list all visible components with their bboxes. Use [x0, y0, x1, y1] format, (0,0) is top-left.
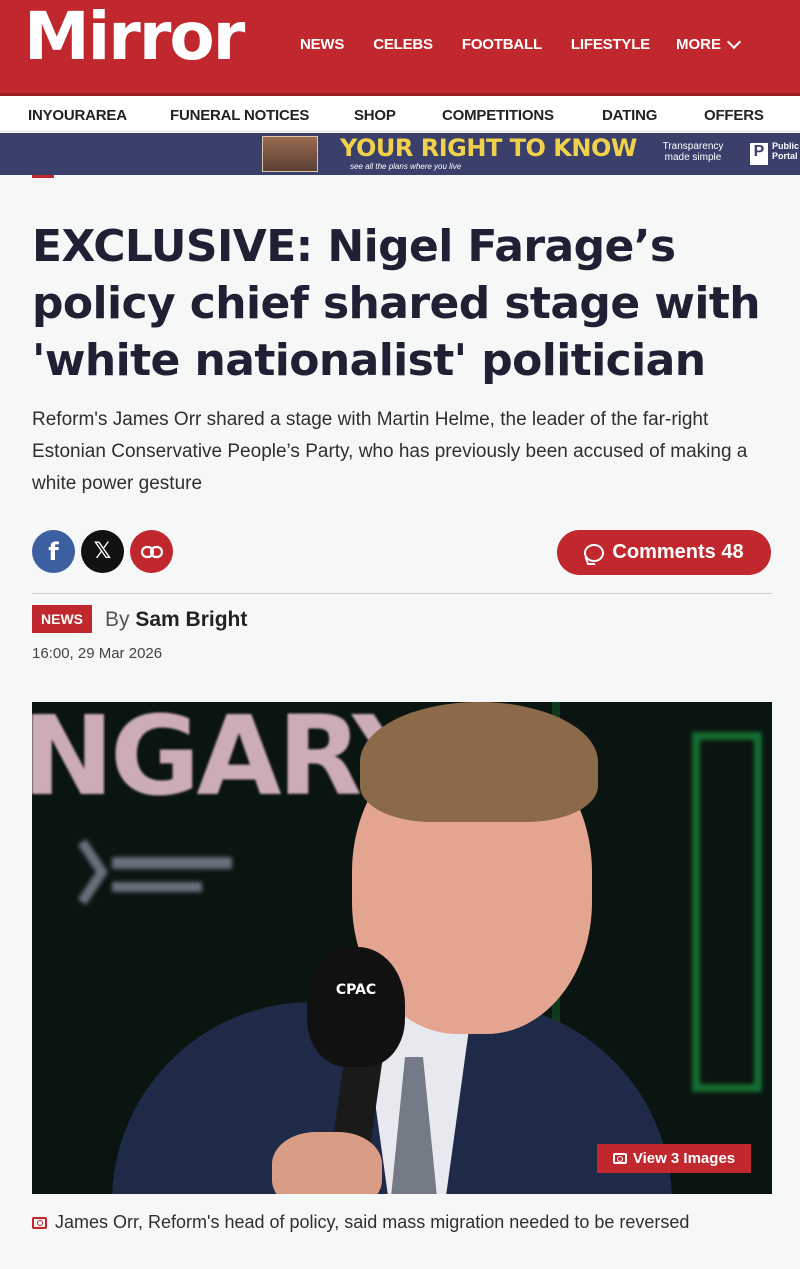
subnav-item-funeral-notices[interactable]: FUNERAL NOTICES	[170, 107, 309, 124]
subnav-item-inyourarea[interactable]: INYOURAREA	[28, 107, 127, 124]
camera-icon	[612, 1153, 627, 1164]
subnav-item-competitions[interactable]: COMPETITIONS	[442, 107, 554, 124]
site-header: Mirror NEWS CELEBS FOOTBALL LIFESTYLE MO…	[0, 0, 800, 96]
subnav-item-offers[interactable]: OFFERS	[704, 107, 764, 124]
main-nav: NEWS CELEBS FOOTBALL LIFESTYLE	[300, 36, 679, 53]
image-hair	[360, 702, 598, 822]
x-icon: 𝕏	[93, 539, 112, 564]
image-mic-label: CPAC	[335, 982, 377, 998]
subnav-item-dating[interactable]: DATING	[602, 107, 657, 124]
camera-icon	[32, 1216, 47, 1229]
image-background-logo	[77, 839, 232, 905]
ad-image	[262, 136, 318, 172]
subnav-item-shop[interactable]: SHOP	[354, 107, 396, 124]
nav-more-button[interactable]: MORE	[676, 34, 742, 53]
caption-text: James Orr, Reform's head of policy, said…	[55, 1212, 690, 1232]
image-caption: James Orr, Reform's head of policy, said…	[32, 1212, 689, 1233]
site-logo[interactable]: Mirror	[24, 4, 245, 70]
ad-banner[interactable]: YOUR RIGHT TO KNOW see all the plans whe…	[0, 133, 800, 175]
divider	[32, 593, 772, 594]
ad-tagline: Transparency made simple	[662, 141, 724, 163]
image-hand	[272, 1132, 382, 1194]
byline: By Sam Bright	[105, 608, 247, 632]
ad-brand: Public Portal	[772, 141, 800, 161]
nav-item-news[interactable]: NEWS	[300, 36, 344, 53]
share-facebook-button[interactable]: f	[32, 530, 75, 573]
view-images-label: View 3 Images	[632, 1150, 736, 1167]
image-microphone	[307, 947, 405, 1067]
nav-item-football[interactable]: FOOTBALL	[462, 36, 542, 53]
copy-link-button[interactable]	[130, 530, 173, 573]
ad-slogan: YOUR RIGHT TO KNOW	[340, 134, 637, 162]
nav-more-label: MORE	[676, 36, 721, 53]
share-x-button[interactable]: 𝕏	[81, 530, 124, 573]
link-icon	[140, 545, 163, 558]
comments-label: Comments 48	[612, 541, 744, 563]
article-headline: EXCLUSIVE: Nigel Farage’s policy chief s…	[32, 221, 761, 386]
hero-image[interactable]: NGARY CPAC	[32, 702, 772, 1194]
article-standfirst: Reform's James Orr shared a stage with M…	[32, 409, 748, 494]
publish-timestamp: 16:00, 29 Mar 2026	[32, 645, 163, 662]
author-link[interactable]: Sam Bright	[135, 608, 247, 631]
view-images-button[interactable]: View 3 Images	[597, 1144, 751, 1173]
sub-nav: INYOURAREA FUNERAL NOTICES SHOP COMPETIT…	[0, 98, 800, 132]
ad-brand-icon: P	[750, 143, 768, 165]
comment-icon	[584, 543, 605, 562]
section-accent	[32, 175, 54, 178]
section-badge[interactable]: NEWS	[32, 605, 92, 633]
nav-item-lifestyle[interactable]: LIFESTYLE	[571, 36, 650, 53]
comments-button[interactable]: Comments 48	[557, 530, 771, 575]
facebook-icon: f	[48, 537, 59, 566]
ad-subline: see all the plans where you live	[350, 162, 462, 171]
image-bg-frame	[692, 732, 762, 1092]
chevron-down-icon	[726, 34, 742, 49]
byline-prefix: By	[105, 608, 130, 631]
nav-item-celebs[interactable]: CELEBS	[373, 36, 433, 53]
